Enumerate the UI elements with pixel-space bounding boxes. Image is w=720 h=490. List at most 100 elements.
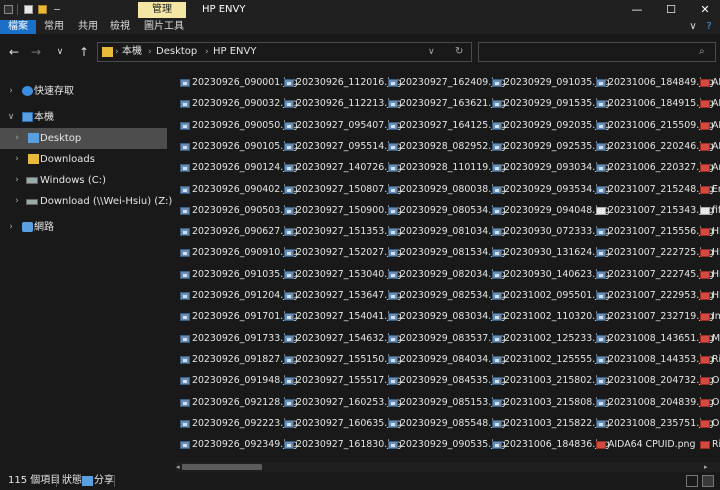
file-item[interactable]: 20230929_081034.jpg [384,224,506,240]
file-item[interactable]: 20230929_080534.jpg [384,203,506,219]
file-item[interactable]: 20230927_151353.jpg [280,224,402,240]
file-item[interactable]: 20230928_110119.jpg [384,160,506,176]
horizontal-scrollbar[interactable]: ◂ ▸ [176,462,720,472]
file-item[interactable]: 20230930_140623.jpg [488,267,610,283]
file-item[interactable]: 20231008_204732.jpg [592,373,714,389]
file-item[interactable]: En [696,182,720,198]
file-item[interactable]: 20230926_090503.jpg [176,203,298,219]
file-item[interactable]: Mi [696,331,720,347]
file-item[interactable]: 20231003_215802.jpg [488,373,610,389]
manage-tab[interactable]: 管理 [138,2,186,18]
refresh-icon[interactable]: ↻ [455,43,463,61]
file-item[interactable]: 20230929_084034.jpg [384,352,506,368]
up-button[interactable]: ↑ [76,44,92,60]
file-item[interactable]: AI [696,118,720,134]
file-item[interactable]: 20230929_092535.jpg [488,139,610,155]
file-item[interactable]: AI [696,139,720,155]
address-bar[interactable]: › 本機 › Desktop › HP ENVY ∨ ↻ [97,42,472,62]
file-item[interactable]: 20231007_215556.jpg [592,224,714,240]
file-item[interactable]: AIDA64 CPUID.png [592,437,696,453]
file-item[interactable]: 20230927_095407.jpg [280,118,402,134]
file-item[interactable]: 20231007_222953.jpg [592,288,714,304]
customize-quick-access-icon[interactable] [54,9,60,10]
file-item[interactable]: 20230927_162409.jpg [384,75,506,91]
file-item[interactable]: 20230927_154632.jpg [280,331,402,347]
search-input[interactable]: ⌕ [478,42,716,62]
file-item[interactable]: 20231003_215822.jpg [488,416,610,432]
sidebar-item-downloads[interactable]: › Downloads [0,149,167,170]
chevron-right-icon[interactable]: › [12,170,22,191]
file-item[interactable]: AI [696,75,720,91]
file-item[interactable]: HP [696,267,720,283]
file-item[interactable]: Im [696,309,720,325]
file-item[interactable]: 20231003_215808.jpg [488,395,610,411]
chevron-right-icon[interactable]: › [6,217,16,238]
maximize-button[interactable]: ☐ [658,0,684,20]
file-item[interactable]: 20230926_092223.jpg [176,416,298,432]
sidebar-item-quick-access[interactable]: › 快速存取 [0,81,167,102]
minimize-button[interactable]: — [624,0,650,20]
file-item[interactable]: AI [696,96,720,112]
file-item[interactable]: 20230927_095514.jpg [280,139,402,155]
file-item[interactable]: 20230929_091035.jpg [488,75,610,91]
sidebar-item-this-pc[interactable]: ∨ 本機 [0,107,167,128]
file-item[interactable]: 20230926_092349.jpg [176,437,298,453]
chevron-right-icon[interactable]: › [12,149,22,170]
file-item[interactable]: 20230927_155150.jpg [280,352,402,368]
file-item[interactable]: 20230926_091035.jpg [176,267,298,283]
chevron-right-icon[interactable]: › [12,191,22,212]
file-item[interactable]: Ri [696,437,720,453]
file-item[interactable]: 20231006_220327.jpg [592,160,714,176]
file-item[interactable]: 20231006_184915.jpg [592,96,714,112]
file-item[interactable]: 20231006_184836.jpg [488,437,610,453]
file-item[interactable]: 20230927_160253.jpg [280,395,402,411]
file-item[interactable]: OS [696,416,720,432]
tab-home[interactable]: 常用 [40,20,68,34]
file-item[interactable]: Op [696,373,720,389]
file-item[interactable]: fifi [696,203,720,219]
file-item[interactable]: 20230926_090402.jpg [176,182,298,198]
file-item[interactable]: 20230926_091733.jpg [176,331,298,347]
details-view-icon[interactable] [686,475,698,487]
file-item[interactable]: 20231007_215343.jpg [592,203,714,219]
scroll-right-icon[interactable]: ▸ [704,462,710,472]
chevron-right-icon[interactable]: › [6,81,16,102]
file-item[interactable]: 20230926_090627.jpg [176,224,298,240]
file-item[interactable]: HP [696,224,720,240]
scrollbar-thumb[interactable] [182,464,262,470]
file-item[interactable]: 20230926_091948.jpg [176,373,298,389]
file-item[interactable]: An [696,160,720,176]
forward-button[interactable]: → [28,44,44,60]
help-icon[interactable]: ? [702,20,716,34]
file-item[interactable]: HP [696,288,720,304]
file-item[interactable]: 20230926_090032.jpg [176,96,298,112]
chevron-down-icon[interactable]: ∨ [6,107,16,128]
file-item[interactable]: 20230926_092128.jpg [176,395,298,411]
file-item[interactable]: 20230929_092035.jpg [488,118,610,134]
sidebar-item-network[interactable]: › 網路 [0,217,167,238]
file-item[interactable]: 20230926_112016.jpg [280,75,402,91]
file-item[interactable]: 20230929_093534.jpg [488,182,610,198]
ribbon-expand-icon[interactable]: ∨ [686,20,700,34]
new-folder-icon[interactable] [38,5,47,14]
sidebar-item-network-drive-z[interactable]: › Download (\\Wei-Hsiu) (Z:) [0,191,172,212]
file-item[interactable]: 20230927_163621.jpg [384,96,506,112]
tab-picture-tools[interactable]: 圖片工具 [140,20,188,34]
file-item[interactable]: 20230927_152027.jpg [280,245,402,261]
file-item[interactable]: 20231006_215509.jpg [592,118,714,134]
file-item[interactable]: 20230929_083537.jpg [384,331,506,347]
file-item[interactable]: 20230927_153040.jpg [280,267,402,283]
file-item[interactable]: 20231008_235751.jpg [592,416,714,432]
tab-file[interactable]: 檔案 [0,20,36,34]
file-item[interactable]: 20230929_080038.jpg [384,182,506,198]
file-item[interactable]: 20231007_232719.jpg [592,309,714,325]
file-item[interactable]: 20231008_143651.jpg [592,331,714,347]
file-item[interactable]: 20230929_081534.jpg [384,245,506,261]
breadcrumb-hp-envy[interactable]: HP ENVY [213,43,256,61]
file-item[interactable]: 20231002_110320.jpg [488,309,610,325]
file-item[interactable]: 20231007_222745.jpg [592,267,714,283]
file-item[interactable]: 20230927_155517.jpg [280,373,402,389]
file-item[interactable]: 20230929_094048.jpg [488,203,610,219]
file-item[interactable]: 20230927_161830.jpg [280,437,402,453]
properties-icon[interactable] [24,5,33,14]
